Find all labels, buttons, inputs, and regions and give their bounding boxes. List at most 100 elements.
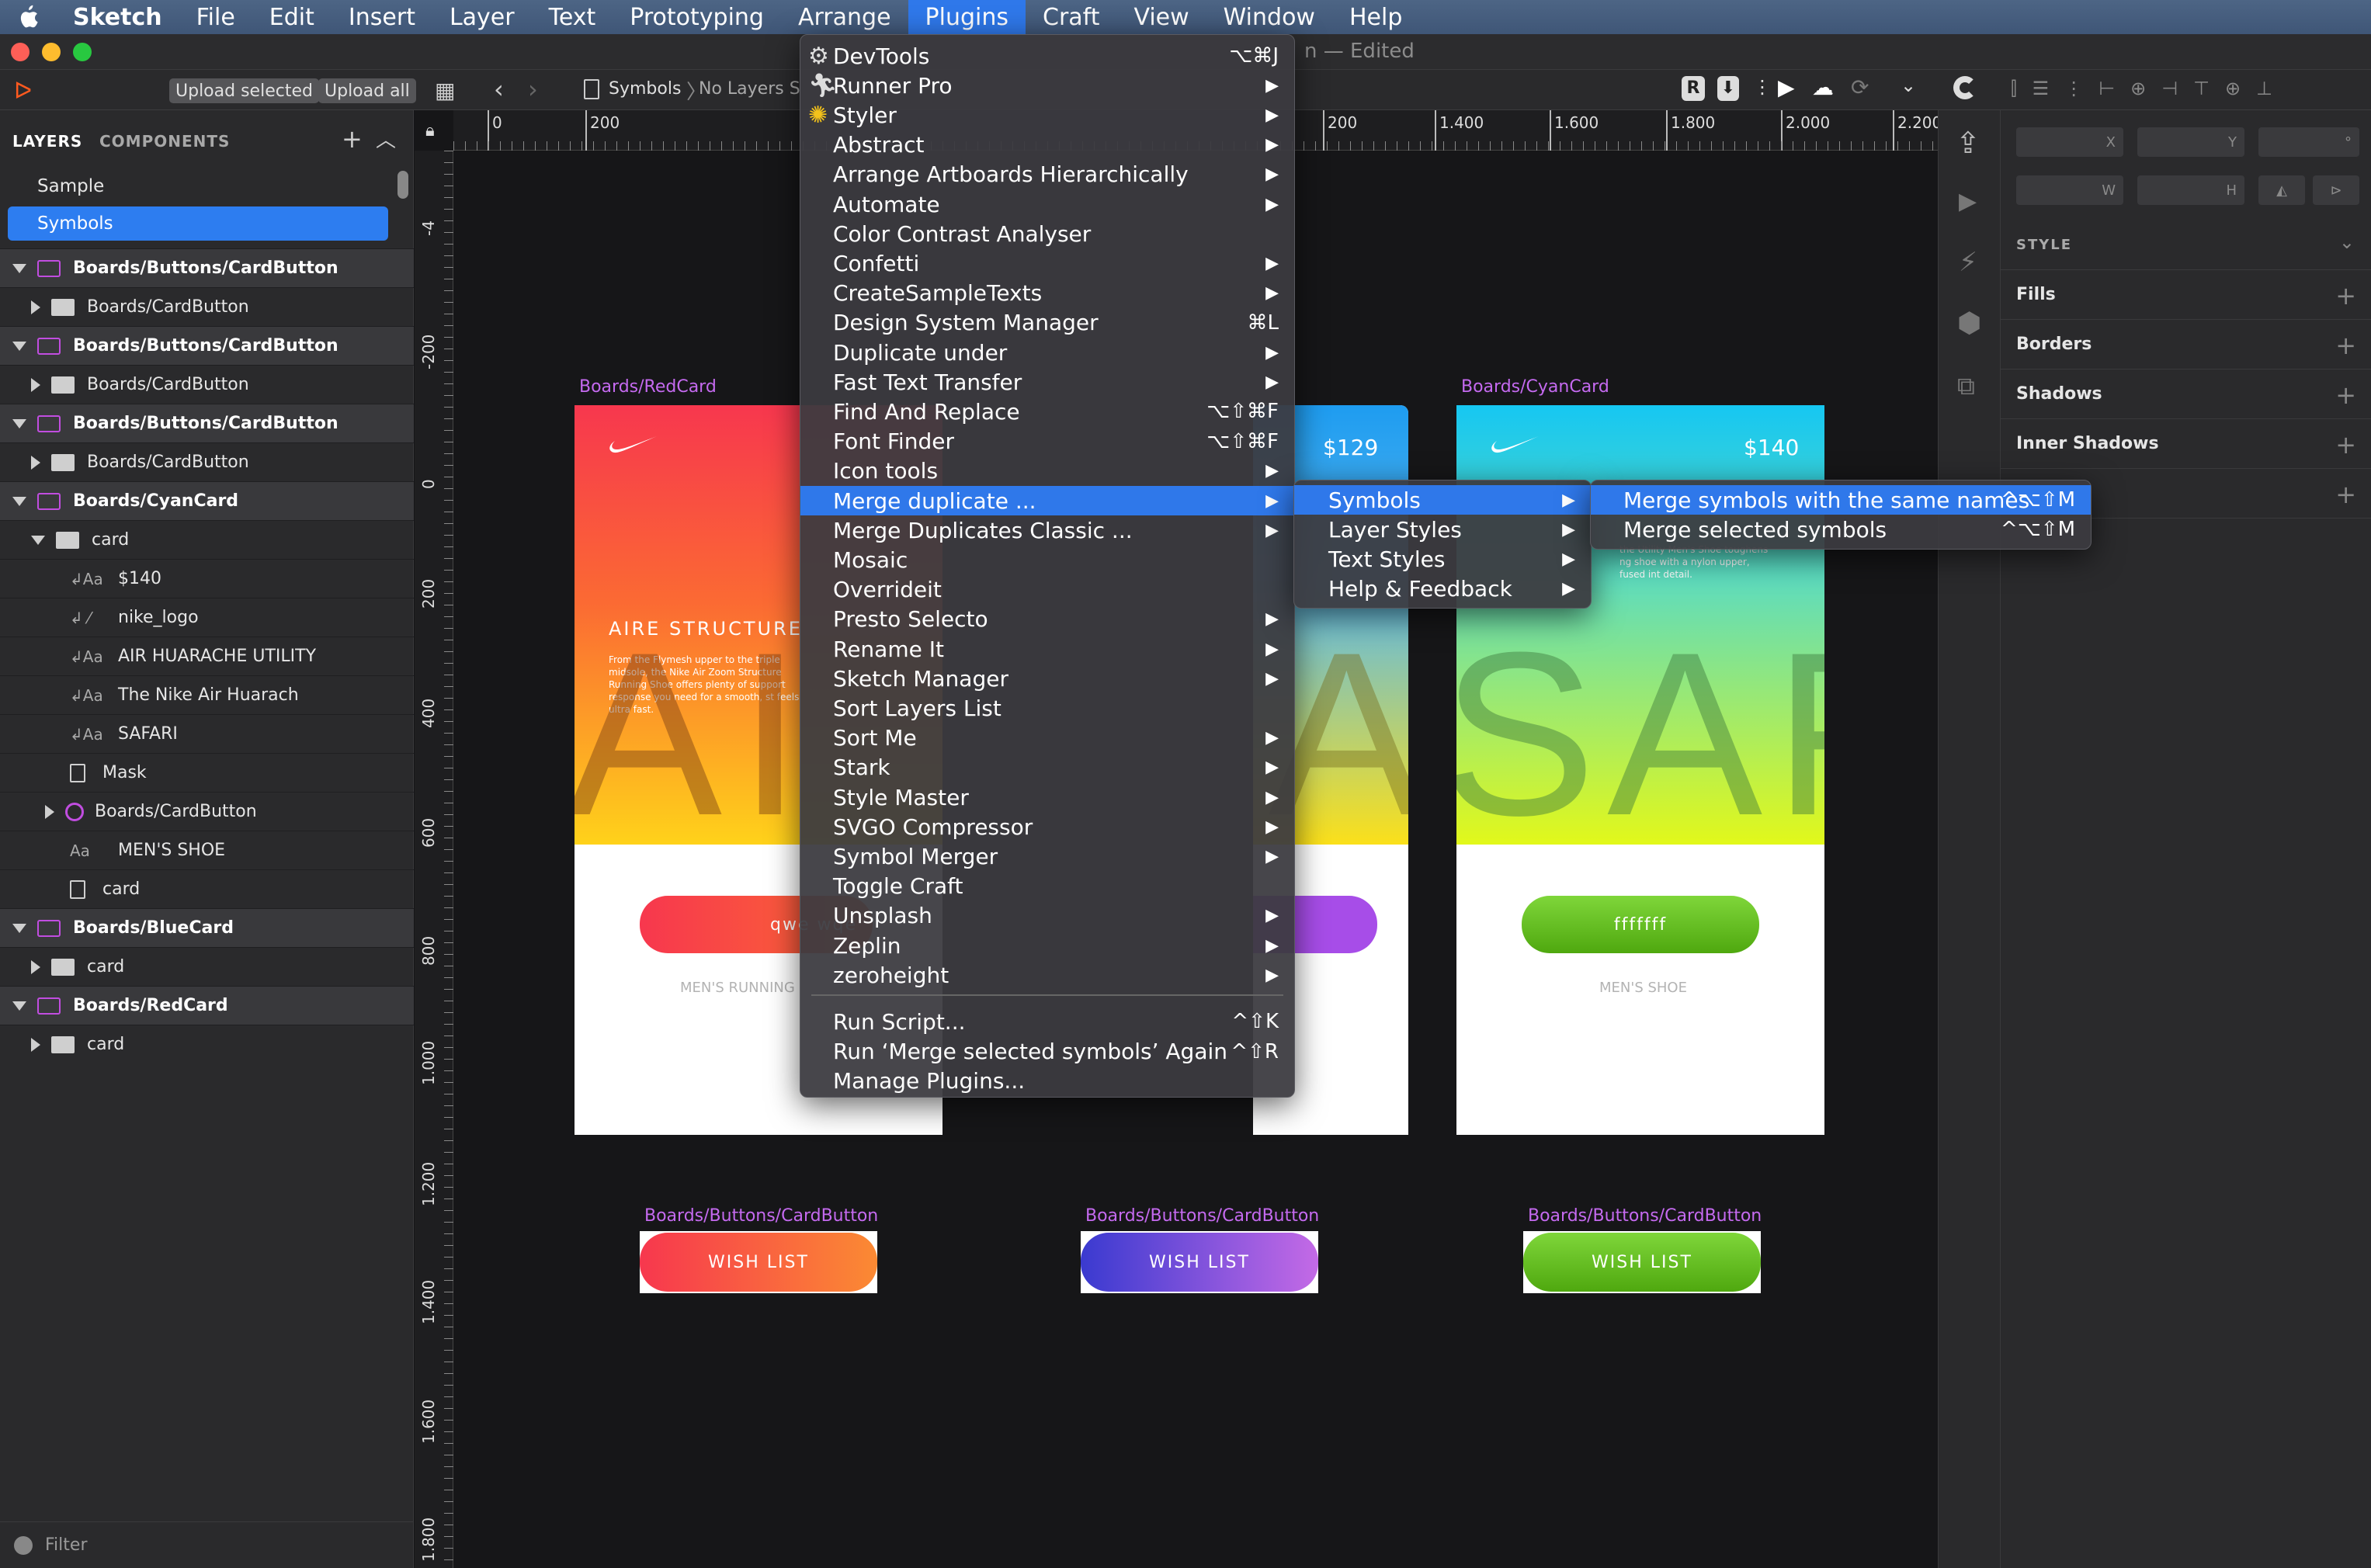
plugin-logo-icon[interactable]: ᐅ [14,78,32,105]
layer-row[interactable]: ↲Aa AIR HUARACHE UTILITY [0,637,414,675]
artboard-label-button-2[interactable]: Boards/Buttons/CardButton [1085,1206,1319,1226]
disclosure-closed-icon[interactable] [31,1037,40,1052]
plugin-menu-item[interactable]: Abstract ▶ [800,130,1294,160]
filter-icon[interactable] [14,1535,33,1555]
play-icon[interactable]: ▶ [1778,75,1795,100]
layer-row[interactable]: Boards/Buttons/CardButton [0,326,414,365]
layer-row[interactable]: ↲ ⁄ nike_logo [0,598,414,637]
layer-row[interactable]: ↲Aa The Nike Air Huarach [0,675,414,714]
layer-row[interactable]: Boards/CardButton [0,365,414,404]
ruler-lock-icon[interactable]: 🔒︎ [425,121,435,140]
filter-label[interactable]: Filter [45,1535,87,1555]
plugin-menu-item[interactable]: zeroheight ▶ [800,960,1294,990]
rotation-field[interactable]: ° [2258,127,2359,157]
layer-row[interactable]: Boards/CardButton [0,287,414,326]
cloud-icon[interactable]: ☁ [1812,75,1834,100]
upload-all-button[interactable]: Upload all [318,78,416,103]
plugin-menu-item[interactable]: Font Finder ⌥⇧⌘F [800,427,1294,456]
submenu-item[interactable]: Layer Styles ▶ [1294,515,1591,544]
breadcrumb-page[interactable]: Symbols [609,79,681,99]
plugin-menu-item[interactable]: Rename It ▶ [800,634,1294,664]
plugin-menu-item[interactable]: Presto Selecto ▶ [800,605,1294,634]
submenu-item[interactable]: Symbols ▶ [1294,485,1591,515]
menu-edit[interactable]: Edit [252,0,332,34]
align-tools-icon[interactable]: ⫿☰⋮⊢⊕⊣⊤⊕⊥ [2011,78,2288,99]
plugin-menu-item[interactable]: Sort Me ▶ [800,723,1294,753]
plugin-menu-item[interactable]: Sketch Manager ▶ [800,664,1294,693]
plugin-menu-item[interactable]: Style Master ▶ [800,782,1294,812]
wishlist-button-green[interactable]: WISH LIST [1523,1233,1761,1292]
plugin-menu-footer-item[interactable]: Run Script... ^⇧K [800,1007,1294,1036]
layer-row[interactable]: card [0,869,414,908]
page-sample[interactable]: Sample [8,169,388,203]
tab-layers[interactable]: LAYERS [12,132,82,151]
plugin-menu-item[interactable]: Zeplin ▶ [800,931,1294,960]
disclosure-open-icon[interactable] [12,1001,26,1011]
add-page-icon[interactable]: + [342,124,363,154]
disclosure-open-icon[interactable] [12,341,26,351]
artboard-label-redcard[interactable]: Boards/RedCard [579,377,717,397]
artboard-label-button-3[interactable]: Boards/Buttons/CardButton [1528,1206,1762,1226]
layer-row[interactable]: Boards/BlueCard [0,908,414,947]
layer-row[interactable]: Boards/Buttons/CardButton [0,404,414,442]
apple-icon[interactable] [0,0,56,34]
menu-arrange[interactable]: Arrange [781,0,908,34]
menu-app-sketch[interactable]: Sketch [56,0,179,34]
vertical-ruler[interactable]: -4 -200 0 200 400 600 800 1.000 1.200 1.400 1.600 1… [415,151,453,1568]
artboard-label-button-1[interactable]: Boards/Buttons/CardButton [644,1206,878,1226]
minimize-window-button[interactable] [42,43,61,61]
layer-row[interactable]: Aa MEN'S SHOE [0,831,414,869]
add-blur-icon[interactable]: + [2335,480,2356,509]
forward-arrow-icon[interactable]: › [528,75,538,104]
submenu-item[interactable]: Help & Feedback ▶ [1294,574,1591,604]
chevron-down-icon[interactable]: ⌄ [2339,231,2356,253]
disclosure-open-icon[interactable] [12,263,26,273]
height-field[interactable]: H [2137,175,2244,205]
plugin-menu-item[interactable]: Confetti ▶ [800,248,1294,278]
menu-layer[interactable]: Layer [432,0,532,34]
close-window-button[interactable] [11,43,30,61]
menu-help[interactable]: Help [1332,0,1419,34]
plugin-menu-footer-item[interactable]: Run ‘Merge selected symbols’ Again ^⇧R [800,1037,1294,1067]
plugin-menu-item[interactable]: SVGO Compressor ▶ [800,812,1294,841]
layer-row[interactable]: ↲Aa SAFARI [0,714,414,753]
plugin-menu-item[interactable]: Toggle Craft [800,872,1294,901]
width-field[interactable]: W [2016,175,2123,205]
layer-row[interactable]: ↲Aa $140 [0,559,414,598]
symbols-submenu-item[interactable]: Merge selected symbols ^⌥⇧M [1591,515,2091,544]
artboard-label-cyancard[interactable]: Boards/CyanCard [1461,377,1609,397]
disclosure-open-icon[interactable] [12,418,26,428]
y-field[interactable]: Y [2137,127,2244,157]
menu-view[interactable]: View [1116,0,1206,34]
layer-row[interactable]: Mask [0,753,414,792]
style-header[interactable]: STYLE ⌄ [2001,220,2371,270]
plugin-menu-item[interactable]: Merge duplicate ... ▶ [800,486,1294,515]
plugin-menu-item[interactable]: Overrideit [800,575,1294,605]
plugin-menu-item[interactable]: Icon tools ▶ [800,456,1294,486]
plugin-menu-item[interactable]: Automate ▶ [800,189,1294,219]
plugin-menu-footer-item[interactable]: Manage Plugins... [800,1067,1294,1096]
layer-row[interactable]: Boards/CardButton [0,792,414,831]
menu-plugins[interactable]: Plugins [908,0,1026,34]
plugin-menu-item[interactable]: Fast Text Transfer ▶ [800,367,1294,397]
artboard-tool-icon[interactable]: ⧉ [1957,371,1975,401]
wishlist-button-purple[interactable]: WISH LIST [1081,1233,1318,1292]
lightning-icon[interactable]: ⚡︎ [1959,247,1977,278]
plugin-menu-item[interactable]: Mosaic [800,545,1294,574]
disclosure-open-icon[interactable] [12,496,26,506]
add-fill-icon[interactable]: + [2335,281,2356,310]
sync-icon[interactable]: ⟳ [1851,75,1869,100]
layer-row[interactable]: card [0,947,414,986]
x-field[interactable]: X [2016,127,2123,157]
layer-row[interactable]: Boards/CyanCard [0,481,414,520]
layer-row[interactable]: Boards/CardButton [0,442,414,481]
disclosure-closed-icon[interactable] [31,959,40,974]
plugin-menu-item[interactable]: Duplicate under ▶ [800,338,1294,367]
button-artboard-2[interactable]: WISH LIST [1081,1231,1318,1293]
submenu-item[interactable]: Text Styles ▶ [1294,544,1591,574]
grid-view-icon[interactable]: ▦ [435,78,455,103]
upload-selected-button[interactable]: Upload selected [169,78,319,103]
collapse-pages-icon[interactable]: ︿ [376,124,396,153]
flip-horizontal-icon[interactable]: ◭ [2258,175,2305,205]
craft-icon[interactable] [1953,76,1977,99]
